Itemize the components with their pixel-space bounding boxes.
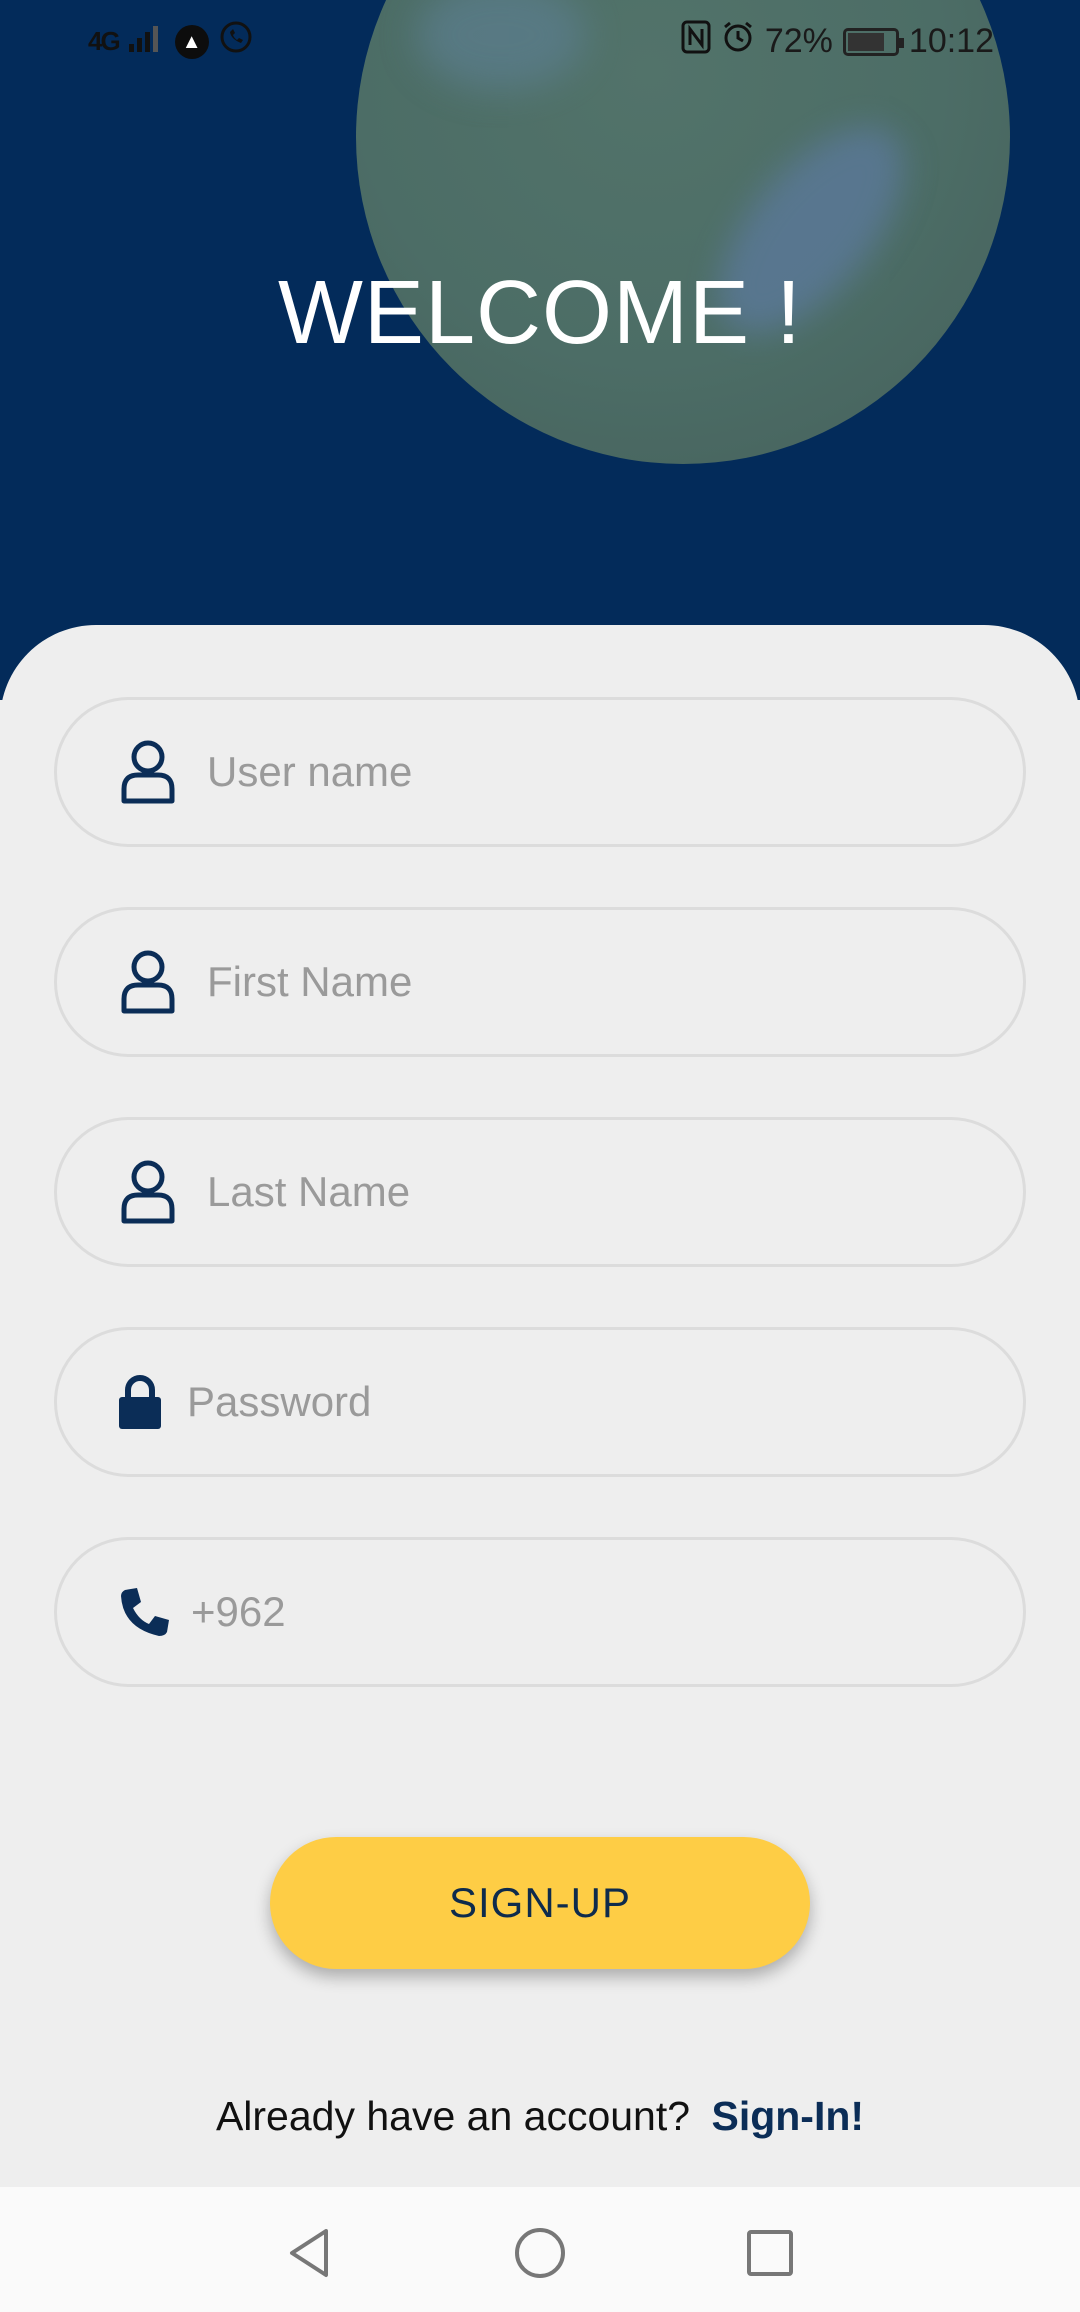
phone-field[interactable] bbox=[54, 1537, 1026, 1687]
status-bar: 4G ▲ 72% 10:12 bbox=[0, 0, 1080, 80]
signin-link[interactable]: Sign-In! bbox=[711, 2093, 864, 2139]
last-name-field[interactable] bbox=[54, 1117, 1026, 1267]
battery-icon bbox=[842, 27, 904, 56]
clock-time: 10:12 bbox=[908, 22, 994, 60]
person-icon bbox=[119, 949, 185, 1015]
welcome-title: WELCOME ! bbox=[277, 263, 803, 363]
home-icon[interactable] bbox=[510, 2223, 570, 2283]
signal-bars-icon bbox=[128, 22, 165, 61]
network-signal-icon: 4G bbox=[88, 26, 121, 56]
header-banner: WELCOME ! bbox=[0, 0, 1080, 700]
phone-icon bbox=[119, 1579, 175, 1645]
signin-row: Already have an account? Sign-In! bbox=[0, 2093, 1080, 2140]
battery-percent: 72% bbox=[764, 22, 833, 60]
password-input[interactable] bbox=[187, 1330, 1023, 1474]
person-icon bbox=[119, 1159, 185, 1225]
lock-icon bbox=[119, 1369, 171, 1435]
username-field[interactable] bbox=[54, 697, 1026, 847]
last-name-input[interactable] bbox=[207, 1120, 1023, 1264]
whatsapp-icon bbox=[219, 20, 253, 63]
username-input[interactable] bbox=[207, 700, 1023, 844]
app-notification-icon: ▲ bbox=[174, 24, 209, 59]
recents-icon[interactable] bbox=[740, 2223, 800, 2283]
person-icon bbox=[119, 739, 185, 805]
phone-input[interactable] bbox=[191, 1540, 1023, 1684]
signin-prompt: Already have an account? bbox=[215, 2093, 691, 2139]
first-name-input[interactable] bbox=[207, 910, 1023, 1054]
signup-button[interactable]: SIGN-UP bbox=[270, 1837, 810, 1969]
system-nav-bar bbox=[0, 2187, 1080, 2312]
alarm-icon bbox=[721, 20, 755, 63]
back-icon[interactable] bbox=[280, 2223, 340, 2283]
password-field[interactable] bbox=[54, 1327, 1026, 1477]
first-name-field[interactable] bbox=[54, 907, 1026, 1057]
nfc-icon bbox=[681, 20, 711, 63]
